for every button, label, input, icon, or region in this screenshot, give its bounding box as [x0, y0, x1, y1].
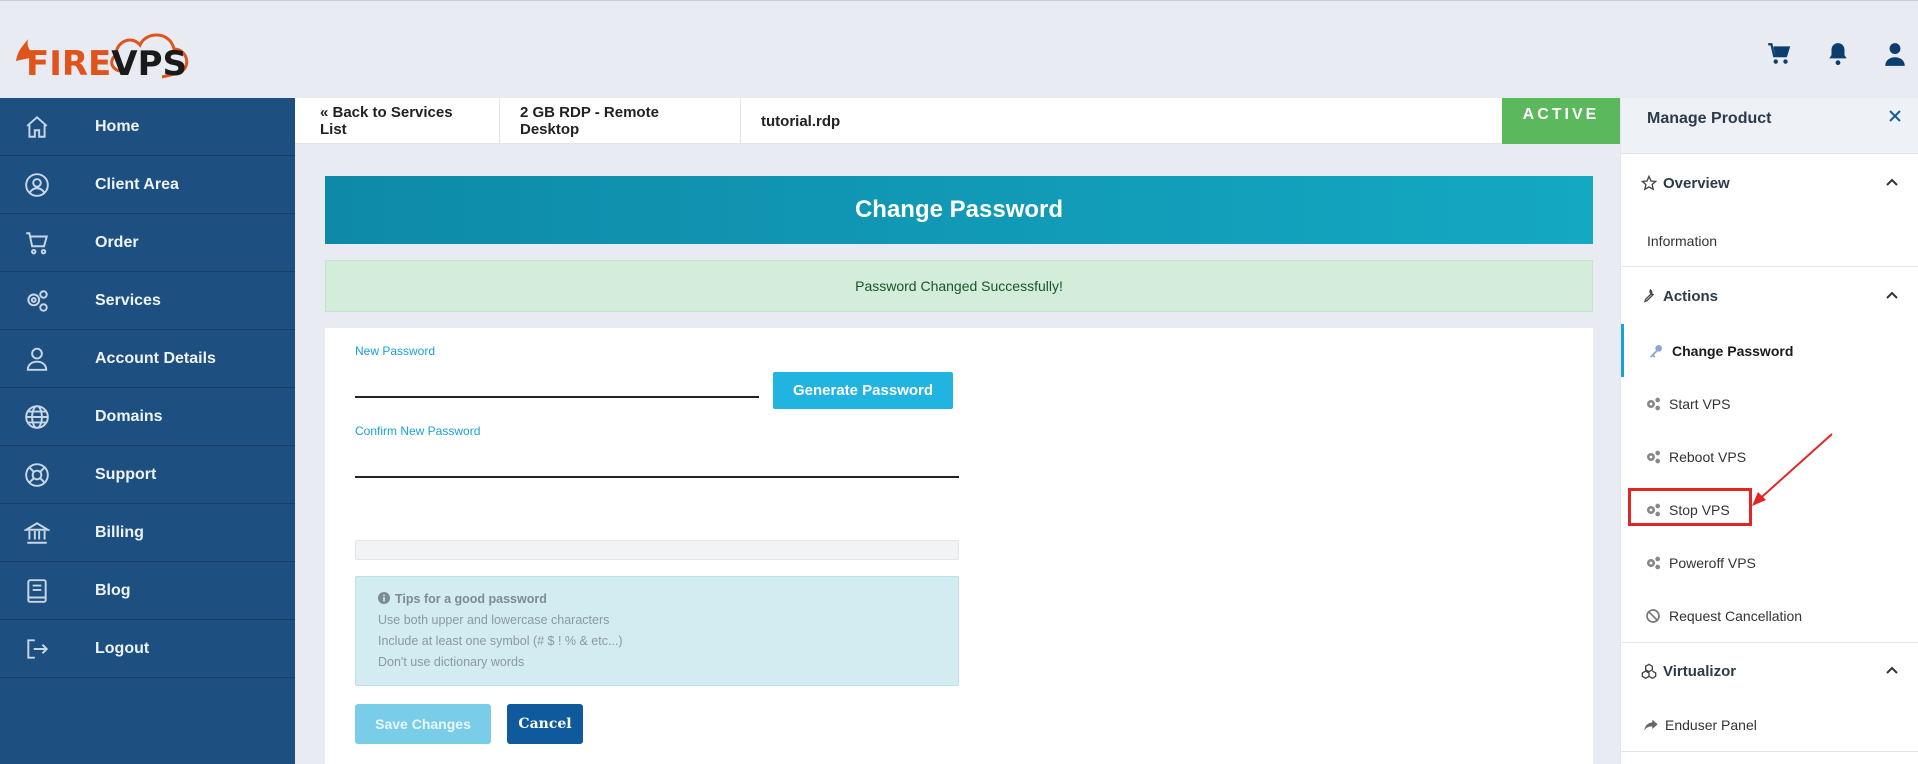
breadcrumb-domain: tutorial.rdp: [761, 112, 841, 130]
menu-item-poweroff-vps[interactable]: Poweroff VPS: [1621, 536, 1918, 589]
ban-icon: [1645, 608, 1661, 624]
manage-product-header: Manage Product: [1621, 98, 1918, 154]
bank-icon: [22, 520, 52, 546]
menu-item-label: Request Cancellation: [1669, 607, 1803, 624]
divider: [1621, 266, 1918, 267]
top-header: FIREVPS: [0, 0, 1918, 98]
cart-icon[interactable]: [1766, 41, 1792, 67]
cancel-button[interactable]: Cancel: [507, 704, 583, 744]
menu-item-request-cancellation[interactable]: Request Cancellation: [1621, 589, 1918, 642]
new-password-label: New Password: [355, 344, 436, 358]
sidebar-item-label: Client Area: [95, 175, 179, 193]
menu-item-label: Change Password: [1672, 342, 1794, 359]
menu-item-information[interactable]: Information: [1621, 214, 1918, 267]
sidebar-item-label: Order: [95, 233, 139, 251]
divider: [1621, 642, 1918, 643]
sidebar-item-logout[interactable]: Logout: [0, 620, 295, 678]
sidebar-item-label: Services: [95, 291, 161, 309]
user-icon[interactable]: [1882, 41, 1908, 67]
sidebar-item-label: Domains: [95, 407, 163, 425]
book-icon: [24, 578, 50, 604]
sidebar-item-order[interactable]: Order: [0, 214, 295, 272]
gears-icon: [24, 288, 50, 314]
menu-item-label: Enduser Panel: [1665, 716, 1757, 733]
user-circle-icon: [24, 172, 50, 198]
section-title: Overview: [1663, 175, 1730, 192]
divider: [1621, 751, 1918, 752]
success-alert: Password Changed Successfully!: [325, 260, 1593, 312]
user-icon: [24, 346, 50, 372]
globe-icon: [24, 404, 50, 430]
change-password-form: New Password Generate Password Confirm N…: [325, 328, 1593, 764]
menu-item-label: Reboot VPS: [1669, 448, 1747, 465]
section-title: Actions: [1663, 288, 1719, 305]
sidebar-item-label: Blog: [95, 581, 131, 599]
section-title: Virtualizor: [1663, 663, 1737, 680]
sidebar-item-domains[interactable]: Domains: [0, 388, 295, 446]
gears-icon: [1645, 396, 1661, 412]
info-icon: [378, 592, 390, 607]
password-tips: Tips for a good password Use both upper …: [355, 576, 959, 686]
gears-icon: [1645, 449, 1661, 465]
brand-logo[interactable]: FIREVPS: [12, 21, 197, 85]
cubes-icon: [1641, 663, 1657, 680]
breadcrumb-product[interactable]: 2 GB RDP - Remote Desktop: [500, 98, 741, 144]
manage-product-title: Manage Product: [1647, 110, 1772, 127]
sidebar-item-label: Support: [95, 465, 157, 483]
home-icon: [24, 114, 50, 140]
gears-icon: [1645, 555, 1661, 571]
key-icon: [1648, 343, 1664, 359]
sidebar-item-client-area[interactable]: Client Area: [0, 156, 295, 214]
save-changes-button[interactable]: Save Changes: [355, 704, 491, 744]
chevron-up-icon: [1885, 288, 1899, 302]
annotation-arrow-icon: [1752, 433, 1833, 506]
tips-title: Tips for a good password: [395, 592, 547, 606]
tip-line: Include at least one symbol (# $ ! % & e…: [378, 634, 623, 648]
sidebar-item-label: Billing: [95, 523, 144, 541]
bell-icon[interactable]: [1825, 41, 1851, 67]
sidebar-item-blog[interactable]: Blog: [0, 562, 295, 620]
brand-logo-text: FIREVPS: [26, 44, 187, 84]
sidebar-item-label: Account Details: [95, 349, 216, 367]
menu-item-label: Start VPS: [1669, 395, 1731, 412]
sidebar-item-billing[interactable]: Billing: [0, 504, 295, 562]
menu-item-enduser-panel[interactable]: Enduser Panel: [1621, 698, 1918, 751]
sidebar-item-support[interactable]: Support: [0, 446, 295, 504]
status-badge: ACTIVE: [1502, 98, 1620, 144]
page-title: Change Password: [325, 176, 1593, 244]
confirm-password-input[interactable]: [355, 452, 959, 478]
logo-vps-text: VPS: [111, 44, 188, 84]
confirm-password-label: Confirm New Password: [355, 424, 481, 438]
menu-item-start-vps[interactable]: Start VPS: [1621, 377, 1918, 430]
tip-line: Use both upper and lowercase characters: [378, 613, 610, 627]
menu-item-label: Information: [1647, 232, 1718, 249]
breadcrumb: « Back to Services List 2 GB RDP - Remot…: [295, 98, 1620, 144]
menu-item-label: Poweroff VPS: [1669, 554, 1756, 571]
menu-item-change-password[interactable]: Change Password: [1621, 324, 1918, 377]
sidebar-item-services[interactable]: Services: [0, 272, 295, 330]
sidebar-item-home[interactable]: Home: [0, 98, 295, 156]
chevron-up-icon: [1885, 663, 1899, 677]
sidebar-item-account-details[interactable]: Account Details: [0, 330, 295, 388]
close-icon[interactable]: [1887, 108, 1903, 129]
new-password-input[interactable]: [355, 372, 759, 398]
cart-icon: [24, 230, 50, 256]
sidebar-item-label: Logout: [95, 639, 150, 657]
lifebuoy-icon: [24, 462, 50, 488]
star-icon: [1640, 174, 1658, 191]
back-to-services-link[interactable]: « Back to Services List: [295, 98, 500, 144]
wrench-icon: [1641, 288, 1657, 304]
generate-password-button[interactable]: Generate Password: [773, 372, 953, 409]
tip-line: Don't use dictionary words: [378, 655, 525, 669]
sidebar-item-label: Home: [95, 117, 140, 135]
main-sidebar: Home Client Area Order Services Account …: [0, 98, 295, 764]
share-icon: [1643, 717, 1659, 733]
logo-fire-text: FIRE: [26, 44, 112, 84]
logout-icon: [24, 636, 50, 662]
chevron-up-icon: [1885, 175, 1899, 189]
annotation-highlight-box: [1628, 488, 1752, 526]
password-strength-bar: [355, 540, 959, 560]
